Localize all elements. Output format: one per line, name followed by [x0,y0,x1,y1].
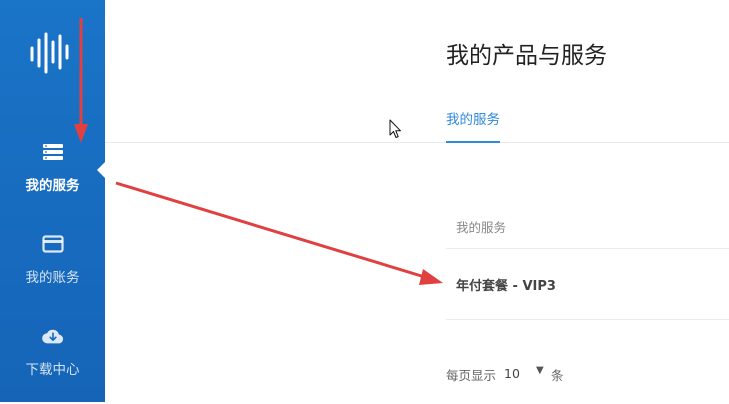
credit-card-icon [41,232,65,256]
annotation-arrowhead-diagonal [419,269,443,285]
pagination-label: 每页显示 [446,368,497,383]
sidebar-item-label: 我的账务 [25,270,80,286]
table-column-header: 我的服务 [456,220,507,235]
active-indicator [97,161,106,179]
tab-my-services[interactable]: 我的服务 [446,108,500,143]
sidebar-item-label: 下载中心 [25,362,80,378]
mouse-cursor-icon [389,119,401,138]
page-size-value: 10 [504,366,520,381]
annotation-arrow-diagonal [115,181,429,280]
sidebar-item-my-billing[interactable]: 我的账务 [0,232,105,312]
sidebar: 我的服务 我的账务 下载中心 [0,0,105,402]
table-divider [446,248,729,249]
sidebar-item-my-services[interactable]: 我的服务 [0,140,105,220]
annotation-arrows [74,18,443,285]
caret-down-icon: ▼ [536,365,544,376]
pagination-unit: 条 [551,368,564,383]
table-divider [446,319,729,320]
table-row[interactable]: 年付套餐 - VIP3 [456,275,556,294]
server-list-icon [41,140,65,164]
tab-divider [105,142,729,143]
cloud-download-icon [41,324,65,348]
sidebar-item-label: 我的服务 [25,178,80,194]
page-size-select[interactable]: 10 ▼ [504,365,546,381]
logo-icon [30,32,69,74]
page-title: 我的产品与服务 [446,43,607,69]
sidebar-item-download-center[interactable]: 下载中心 [0,324,105,404]
